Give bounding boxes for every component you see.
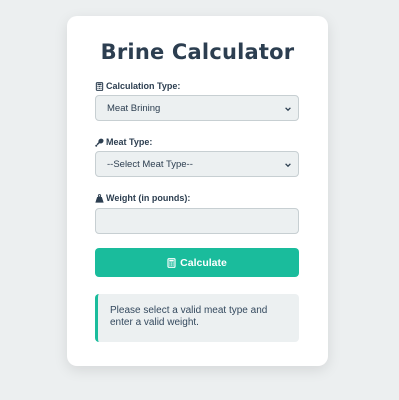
weight-label: Weight (in pounds):: [95, 193, 190, 203]
calculation-type-label-text: Calculation Type:: [106, 81, 181, 91]
calculate-button-label: Calculate: [180, 256, 227, 269]
weight-input[interactable]: [95, 208, 299, 234]
calculation-type-label: Calculation Type:: [95, 81, 180, 91]
calculation-type-select[interactable]: Meat Brining: [95, 95, 299, 121]
weight-icon: [95, 193, 104, 203]
drumstick-icon: [95, 138, 104, 147]
meat-type-value: --Select Meat Type--: [107, 158, 193, 170]
chevron-down-icon: [285, 107, 291, 112]
calculator-icon: [95, 81, 104, 91]
chevron-down-icon: [285, 163, 291, 168]
calculator-card: Brine Calculator Calculation Type: Meat …: [67, 16, 328, 366]
weight-label-text: Weight (in pounds):: [106, 193, 191, 203]
calculator-icon: [167, 257, 176, 268]
page-title: Brine Calculator: [100, 40, 295, 64]
meat-type-label: Meat Type:: [95, 137, 152, 147]
meat-type-label-text: Meat Type:: [106, 137, 153, 147]
validation-message-text: Please select a valid meat type and ente…: [110, 305, 268, 328]
calculate-button[interactable]: Calculate: [95, 248, 299, 277]
calculation-type-value: Meat Brining: [107, 102, 161, 114]
meat-type-select[interactable]: --Select Meat Type--: [95, 151, 299, 177]
validation-message: Please select a valid meat type and ente…: [95, 294, 299, 342]
